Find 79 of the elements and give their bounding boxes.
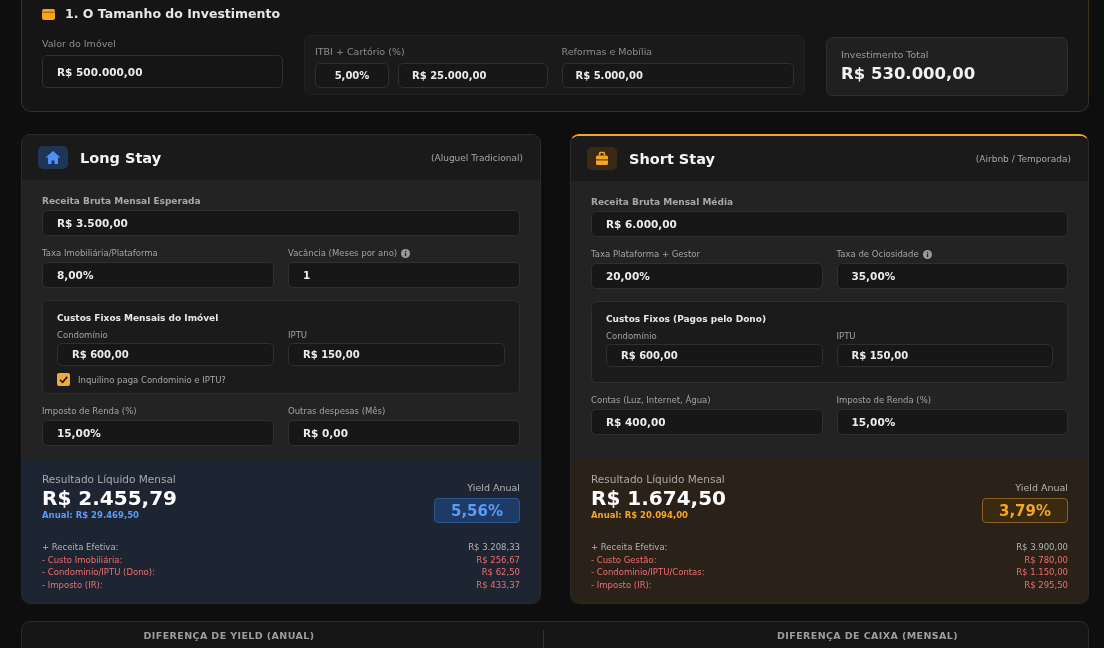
- input-field[interactable]: R$ 3.500,00: [42, 210, 520, 236]
- field-label: Contas (Luz, Internet, Água): [591, 395, 711, 406]
- field-label: Taxa de Ociosidade: [836, 249, 919, 260]
- input-field[interactable]: R$ 25.000,00: [398, 63, 548, 88]
- yield-label: Yield Anual: [1015, 482, 1068, 494]
- annual-result: Anual: R$ 20.094,00: [591, 510, 688, 521]
- field-label: Outras despesas (Mês): [288, 406, 386, 417]
- breakdown-label: - Imposto (IR):: [591, 578, 652, 591]
- yield-badge: 3,79%: [982, 498, 1068, 523]
- field-label: Imposto de Renda (%): [42, 406, 137, 417]
- result-label: Resultado Líquido Mensal: [42, 473, 176, 486]
- total-label: Investimento Total: [841, 49, 930, 61]
- comparison-heading: DIFERENÇA DE CAIXA (MENSAL): [777, 630, 958, 642]
- result-label: Resultado Líquido Mensal: [591, 473, 725, 486]
- breakdown-label: - Imposto (IR):: [42, 578, 103, 591]
- wallet-icon: [42, 8, 55, 20]
- panel-title: Custos Fixos Mensais do Imóvel: [57, 312, 220, 325]
- card-title: Long Stay: [80, 149, 162, 166]
- field-label: IPTU: [836, 331, 856, 342]
- annual-result: Anual: R$ 29.469,50: [42, 510, 139, 521]
- breakdown-value: R$ 295,50: [1024, 578, 1068, 591]
- input-field[interactable]: R$ 600,00: [606, 344, 823, 367]
- field-label: Reformas e Mobília: [561, 46, 653, 58]
- breakdown-value: R$ 3.900,00: [1016, 541, 1068, 554]
- briefcase-icon: [587, 147, 617, 170]
- breakdown-label: + Receita Efetiva:: [591, 541, 668, 554]
- net-result-value: R$ 2.455,79: [42, 486, 177, 510]
- breakdown-value: R$ 780,00: [1024, 553, 1068, 566]
- info-icon[interactable]: [922, 250, 932, 259]
- input-field[interactable]: R$ 5.000,00: [561, 63, 794, 88]
- field-label: Condomínio: [606, 331, 657, 342]
- breakdown-label: - Custo Gestão:: [591, 553, 657, 566]
- breakdown-label: - Condominio/IPTU/Contas:: [591, 566, 705, 579]
- net-result-value: R$ 1.674,50: [591, 486, 726, 510]
- yield-badge: 5,56%: [434, 498, 520, 523]
- input-field[interactable]: 15,00%: [42, 420, 274, 446]
- input-field[interactable]: 1: [288, 262, 520, 288]
- input-field[interactable]: 35,00%: [836, 263, 1068, 289]
- field-label: Taxa Imobiliária/Plataforma: [42, 248, 158, 259]
- card-subtitle: (Airbnb / Temporada): [975, 153, 1071, 164]
- breakdown-value: R$ 1.150,00: [1016, 566, 1068, 579]
- breakdown-value: R$ 433,37: [476, 578, 520, 591]
- checkbox-label: Inquilino paga Condominio e IPTU?: [78, 374, 226, 385]
- yield-label: Yield Anual: [467, 482, 520, 494]
- input-field[interactable]: 8,00%: [42, 262, 274, 288]
- breakdown-label: - Custo Imobiliária:: [42, 553, 123, 566]
- field-label: Vacância (Meses por ano): [288, 248, 398, 259]
- input-field[interactable]: R$ 150,00: [836, 344, 1053, 367]
- breakdown-label: + Receita Efetiva:: [42, 541, 119, 554]
- field-label: ITBI + Cartório (%): [315, 46, 405, 58]
- input-field[interactable]: R$ 500.000,00: [42, 55, 283, 88]
- card-title: Short Stay: [629, 150, 716, 167]
- input-field[interactable]: R$ 400,00: [591, 409, 823, 435]
- field-label: Receita Bruta Mensal Média: [591, 197, 734, 208]
- field-label: Valor do Imóvel: [42, 38, 116, 50]
- checkbox[interactable]: [57, 373, 70, 386]
- input-field[interactable]: 5,00%: [315, 63, 389, 88]
- input-field[interactable]: R$ 150,00: [288, 343, 505, 366]
- section-title: 1. O Tamanho do Investimento: [65, 7, 281, 21]
- panel-title: Custos Fixos (Pagos pelo Dono): [606, 313, 768, 326]
- card-subtitle: (Aluguel Tradicional): [431, 152, 523, 163]
- info-icon[interactable]: [401, 249, 411, 258]
- breakdown-value: R$ 3.208,33: [468, 541, 520, 554]
- comparison-heading: DIFERENÇA DE YIELD (ANUAL): [143, 630, 315, 642]
- field-label: Receita Bruta Mensal Esperada: [42, 196, 201, 207]
- field-label: IPTU: [288, 330, 308, 341]
- house-icon: [38, 146, 68, 169]
- input-field[interactable]: R$ 600,00: [57, 343, 274, 366]
- breakdown-value: R$ 256,67: [476, 553, 520, 566]
- breakdown-value: R$ 62,50: [481, 566, 520, 579]
- breakdown-label: - Condominio/IPTU (Dono):: [42, 566, 155, 579]
- input-field[interactable]: 15,00%: [836, 409, 1068, 435]
- field-label: Imposto de Renda (%): [836, 395, 932, 406]
- input-field[interactable]: R$ 6.000,00: [591, 211, 1068, 237]
- total-value: R$ 530.000,00: [841, 64, 977, 84]
- field-label: Condomínio: [57, 330, 108, 341]
- input-field[interactable]: R$ 0,00: [288, 420, 520, 446]
- input-field[interactable]: 20,00%: [591, 263, 823, 289]
- field-label: Taxa Plataforma + Gestor: [591, 249, 700, 260]
